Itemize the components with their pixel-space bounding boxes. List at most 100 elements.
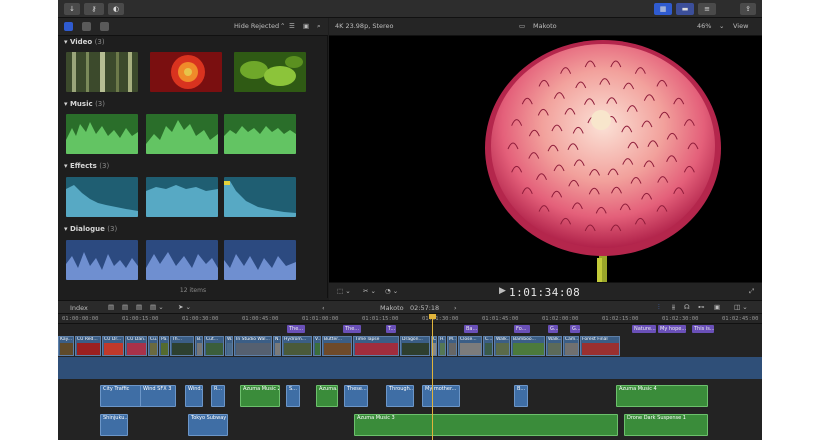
title-clip[interactable]: The... [287,325,305,333]
video-thumb-bamboo[interactable] [66,52,138,92]
video-clip[interactable]: C... [483,336,493,356]
playhead[interactable] [432,314,433,440]
connected-clip[interactable]: Tokyo Subway [188,414,228,436]
index-button[interactable]: Index [70,304,88,312]
layout-inspector-icon[interactable]: ≡ [698,3,716,15]
connected-clip[interactable]: Azuma Music 4 [616,385,708,407]
video-thumb-flower[interactable] [150,52,222,92]
photos-icon[interactable] [82,22,91,31]
filter-dropdown[interactable]: Hide Rejected [234,22,279,30]
dialogue-waveform-1[interactable] [66,240,138,280]
video-clip[interactable]: Close... [458,336,482,356]
view-menu[interactable]: View [733,22,748,30]
timeline-tracks[interactable]: The... The... T... Ba... Fo... G... G... Nature… [58,324,762,440]
dialogue-waveform-3[interactable] [224,240,296,280]
overwrite-icon[interactable]: ▤ ⌄ [150,303,164,311]
effects-waveform-3[interactable] [224,177,296,217]
video-clip[interactable]: Cam... [563,336,579,356]
connected-clip[interactable]: Wind... [185,385,203,407]
connected-clip[interactable]: These... [344,385,368,407]
video-thumb-leaves[interactable] [234,52,306,92]
video-clip[interactable]: Cut... [204,336,224,356]
video-clip[interactable]: W... [225,336,233,356]
section-effects[interactable]: ▾ Effects (3) [64,162,109,170]
connected-clip[interactable]: Wind SFX 3 [140,385,176,407]
video-clip[interactable]: M... [447,336,457,356]
title-clip[interactable]: This is... [692,325,714,333]
clip-appearance-icon[interactable]: ▣ [303,22,309,30]
connected-clip[interactable]: R... [211,385,225,407]
transform-icon[interactable]: ⬚ ⌄ [337,287,351,295]
snapping-icon[interactable]: ⊷ [698,303,705,311]
layout-timeline-icon[interactable]: ▬ [676,3,694,15]
title-clip[interactable]: Nature... [632,325,656,333]
select-tool-icon[interactable]: ➤ ⌄ [178,303,191,311]
append-icon[interactable]: ▤ [108,303,114,311]
video-clip[interactable]: Walk... [494,336,510,356]
effects-browser-icon[interactable]: ◫ ⌄ [734,303,748,311]
video-clip[interactable]: In Studio Wal... [234,336,272,356]
connected-clip[interactable]: My mother... [422,385,460,407]
video-clip[interactable]: N... [273,336,281,356]
chevron-left-icon[interactable]: ‹ [322,304,325,312]
video-clip[interactable]: Dragon... [400,336,430,356]
chevron-right-icon[interactable]: › [454,304,457,312]
video-clip[interactable]: Hydrom... [282,336,312,356]
section-dialogue[interactable]: ▾ Dialogue (3) [64,225,117,233]
connected-clip[interactable]: Azuma Music 3 [354,414,618,436]
connected-clip[interactable]: B... [514,385,528,407]
title-clip[interactable]: My hope... [658,325,686,333]
clip-appearance-icon[interactable]: ▣ [714,303,720,311]
share-icon[interactable]: ⇪ [740,3,756,15]
title-clip[interactable]: G... [570,325,580,333]
timeline-ruler[interactable]: 01:00:00:00 01:00:15:00 01:00:30:00 01:00:4… [58,314,762,324]
video-clip[interactable]: CU Red... [75,336,101,356]
effects-waveform-2[interactable] [146,177,218,217]
video-clip[interactable]: CU Dr... [102,336,124,356]
connected-clip[interactable]: Drone Dark Suspense 1 [624,414,708,436]
connected-clip[interactable]: Azuma Music 2 [240,385,280,407]
title-clip[interactable]: G... [548,325,558,333]
title-clip[interactable]: The... [343,325,361,333]
dialogue-waveform-2[interactable] [146,240,218,280]
connected-clip[interactable]: Through... [386,385,414,407]
play-icon[interactable]: ▶ [499,286,506,296]
video-clip[interactable]: Butter... [322,336,352,356]
zoom-dropdown[interactable]: 46% [697,22,711,30]
audio-skimming-icon[interactable]: ⫵ [672,303,675,312]
video-clip[interactable]: Time lapse [353,336,399,356]
video-clip[interactable]: Bamboo... [511,336,545,356]
video-clip[interactable]: V... [313,336,321,356]
crop-icon[interactable]: ✂ ⌄ [363,287,376,295]
speed-icon[interactable]: ◔ ⌄ [385,287,398,295]
titles-icon[interactable] [100,22,109,31]
video-clip[interactable]: CU Dan... [125,336,147,356]
video-clip[interactable]: Th... [170,336,194,356]
fullscreen-icon[interactable]: ⤢ [749,287,754,296]
import-icon[interactable]: ↓ [64,3,80,15]
video-clip[interactable]: Pa... [159,336,169,356]
music-waveform-2[interactable] [146,114,218,154]
effects-waveform-1[interactable] [66,177,138,217]
music-waveform-1[interactable] [66,114,138,154]
video-clip[interactable]: B... [195,336,203,356]
keyword-icon[interactable]: ⚷ [84,3,104,15]
video-clip[interactable]: H... [438,336,446,356]
libraries-icon[interactable] [64,22,73,31]
video-clip[interactable]: Walk... [546,336,562,356]
connect-icon[interactable]: ▤ [136,303,142,311]
video-clip[interactable]: Kay... [58,336,74,356]
section-video[interactable]: ▾ Video (3) [64,38,105,46]
layout-browser-icon[interactable]: ▦ [654,3,672,15]
timecode-display[interactable]: 1:01:34:08 [509,286,580,299]
connected-clip[interactable]: S... [286,385,300,407]
connected-clip[interactable]: Azuma... [316,385,338,407]
connected-clip[interactable]: Shinjuku... [100,414,128,436]
video-clip[interactable]: Forest Final [580,336,620,356]
title-clip[interactable]: T... [386,325,396,333]
title-clip[interactable]: Fo... [514,325,530,333]
background-tasks-icon[interactable]: ◐ [108,3,124,15]
title-clip[interactable]: Ba... [464,325,478,333]
list-view-icon[interactable]: ☰ [289,22,295,30]
search-icon[interactable]: ⌕ [317,22,321,31]
